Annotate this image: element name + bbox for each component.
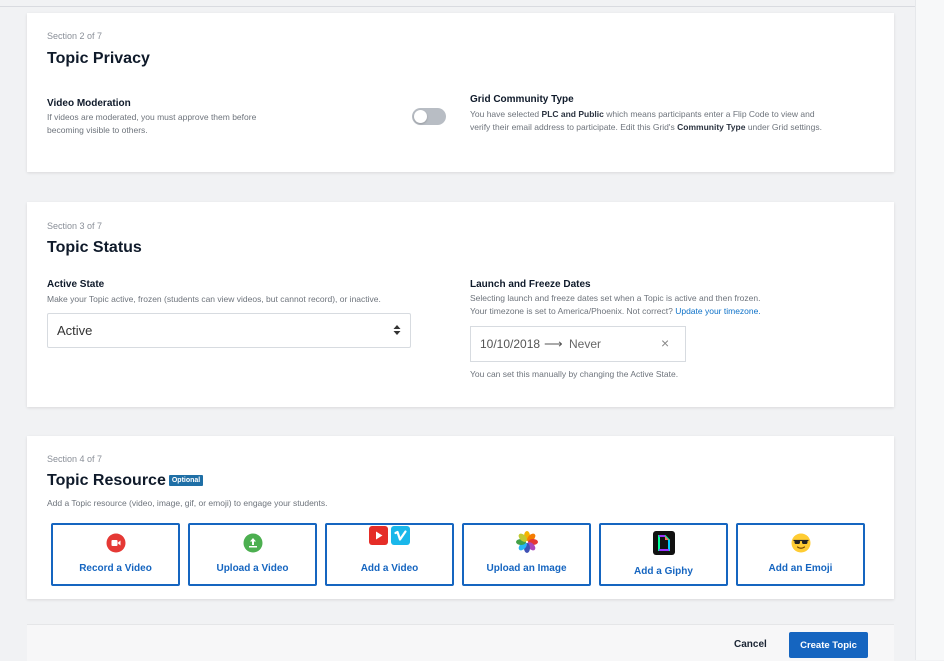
topic-privacy-card: Section 2 of 7 Topic Privacy Video Moder… — [27, 13, 894, 172]
freeze-date[interactable]: Never — [569, 337, 601, 351]
clear-dates-icon[interactable]: × — [661, 335, 669, 351]
help-line: You have selected PLC and Public which m… — [470, 108, 822, 121]
add-video-button[interactable]: Add a Video — [325, 523, 454, 586]
section-title-text: Topic Resource — [47, 472, 166, 489]
section-label: Section 3 of 7 — [47, 221, 103, 231]
text: under Grid settings. — [745, 122, 822, 132]
add-emoji-button[interactable]: Add an Emoji — [736, 523, 865, 586]
top-divider — [0, 6, 944, 7]
text: which means participants enter a Flip Co… — [603, 109, 815, 119]
active-state-select[interactable]: Active — [47, 313, 411, 348]
help-line: If videos are moderated, you must approv… — [47, 112, 257, 122]
dates-note: You can set this manually by changing th… — [470, 369, 679, 379]
help-line: Your timezone is set to America/Phoenix.… — [470, 305, 761, 318]
active-state-title: Active State — [47, 279, 105, 290]
launch-freeze-date-range[interactable]: 10/10/2018 ⟶ Never × — [470, 326, 686, 362]
arrow-right-icon: ⟶ — [544, 336, 563, 351]
create-topic-button[interactable]: Create Topic — [789, 632, 868, 658]
text: You have selected — [470, 109, 542, 119]
section-label: Section 4 of 7 — [47, 454, 103, 464]
active-state-help: Make your Topic active, frozen (students… — [47, 294, 381, 304]
youtube-icon — [369, 526, 388, 545]
section-title: Topic Resource Optional — [47, 472, 204, 490]
cancel-button[interactable]: Cancel — [734, 639, 767, 650]
help-line: Selecting launch and freeze dates set wh… — [470, 293, 761, 303]
topic-resource-card: Section 4 of 7 Topic Resource Optional Ad… — [27, 436, 894, 599]
section-label: Section 2 of 7 — [47, 31, 103, 41]
button-label: Add a Video — [360, 563, 419, 574]
video-moderation-toggle[interactable] — [412, 108, 446, 125]
text: verify their email address to participat… — [470, 122, 678, 132]
grid-community-type-title: Grid Community Type — [470, 94, 574, 105]
text: Your timezone is set to America/Phoenix.… — [470, 306, 676, 316]
record-video-icon — [106, 533, 125, 553]
button-label: Upload a Video — [216, 563, 289, 574]
sort-arrows-icon — [393, 325, 401, 335]
upload-video-button[interactable]: Upload a Video — [188, 523, 317, 586]
video-moderation-title: Video Moderation — [47, 98, 131, 109]
footer-bar: Cancel Create Topic — [27, 624, 894, 661]
upload-video-icon — [243, 533, 262, 553]
launch-freeze-dates-help: Selecting launch and freeze dates set wh… — [470, 292, 761, 318]
button-icon-wrap — [190, 533, 315, 553]
help-line: verify their email address to participat… — [470, 121, 822, 134]
vimeo-icon — [391, 526, 410, 545]
right-scroll-gutter[interactable] — [915, 0, 944, 660]
button-icon-wrap — [53, 533, 178, 553]
section-title: Topic Privacy — [47, 50, 150, 67]
button-icon-wrap — [327, 526, 452, 546]
giphy-icon — [652, 531, 675, 555]
update-timezone-link[interactable]: Update your timezone. — [675, 306, 761, 316]
topic-status-card: Section 3 of 7 Topic Status Active State… — [27, 202, 894, 407]
button-label: Record a Video — [79, 563, 152, 574]
button-icon-wrap — [601, 531, 726, 555]
button-label: Upload an Image — [486, 563, 567, 574]
section-title: Topic Status — [47, 239, 142, 256]
sunglasses-emoji-icon — [791, 533, 810, 553]
select-value: Active — [57, 323, 93, 338]
button-icon-wrap — [738, 533, 863, 553]
upload-image-button[interactable]: Upload an Image — [462, 523, 591, 586]
launch-freeze-dates-title: Launch and Freeze Dates — [470, 279, 591, 290]
photos-icon — [515, 531, 538, 553]
grid-community-type-help: You have selected PLC and Public which m… — [470, 108, 822, 134]
video-moderation-help: If videos are moderated, you must approv… — [47, 111, 256, 137]
community-type-term: Community Type — [677, 122, 746, 132]
topic-resource-help: Add a Topic resource (video, image, gif,… — [47, 498, 328, 508]
button-label: Add an Emoji — [768, 563, 833, 574]
help-line: becoming visible to others. — [47, 125, 148, 135]
community-value: PLC and Public — [541, 109, 604, 119]
record-video-button[interactable]: Record a Video — [51, 523, 180, 586]
button-label: Add a Giphy — [634, 566, 693, 577]
toggle-knob — [414, 110, 427, 123]
launch-date[interactable]: 10/10/2018 — [480, 337, 540, 351]
optional-badge: Optional — [168, 475, 204, 486]
add-giphy-button[interactable]: Add a Giphy — [599, 523, 728, 586]
button-icon-wrap — [464, 531, 589, 553]
